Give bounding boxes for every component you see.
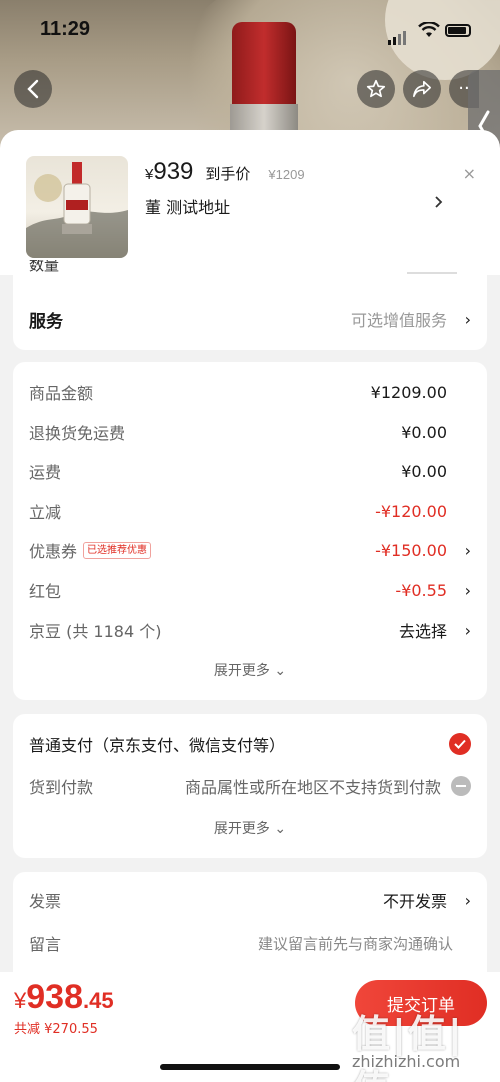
goods-amount-label: 商品金额 (29, 384, 94, 403)
original-price: ¥1209 (268, 167, 305, 182)
watermark-site: zhizhizhi.com (352, 1052, 461, 1071)
signal-icon (388, 26, 408, 45)
expand-more-label: 展开更多 (213, 821, 270, 837)
payment-card: 普通支付（京东支付、微信支付等） 货到付款 商品属性或所在地区不支持货到付款 展… (13, 714, 487, 858)
coupon-value: -¥150.00 (375, 540, 447, 560)
currency-symbol: ¥ (145, 166, 154, 183)
bottle-thumbnail-icon (26, 162, 128, 258)
invoice-row[interactable]: 发票 不开发票 › (29, 886, 471, 914)
total-savings: 共减 ¥270.55 (14, 1022, 98, 1037)
instant-discount-label: 立减 (29, 503, 62, 522)
shipping-label: 运费 (29, 463, 62, 482)
payment-expand-more[interactable]: 展开更多 ⌄ (13, 818, 487, 838)
expand-more-label: 展开更多 (213, 663, 270, 679)
close-button[interactable]: × (463, 164, 476, 183)
cod-option: 货到付款 商品属性或所在地区不支持货到付款 (29, 772, 471, 800)
final-price: 939 (153, 158, 194, 185)
price-row-goods: 商品金额 ¥1209.00 (29, 378, 471, 406)
red-packet-label: 红包 (29, 582, 62, 601)
price-row-red-packet[interactable]: 红包 -¥0.55 › (29, 576, 471, 604)
price-row-shipping: 运费 ¥0.00 (29, 457, 471, 485)
expand-more-button[interactable]: 展开更多 ⌄ (13, 660, 487, 680)
service-label: 服务 (29, 311, 63, 332)
jingdou-label: 京豆 (共 1184 个) (29, 622, 162, 641)
message-input[interactable]: 建议留言前先与商家沟通确认 (258, 933, 453, 954)
checkmark-icon (449, 733, 471, 755)
wifi-icon (418, 22, 440, 37)
chevron-down-icon: ⌄ (274, 821, 287, 837)
status-time: 11:29 (40, 18, 91, 40)
return-freight-value: ¥0.00 (401, 422, 447, 442)
total-amount: ¥938.45 (14, 978, 114, 1017)
price-row-jingdou[interactable]: 京豆 (共 1184 个) 去选择 › (29, 616, 471, 644)
service-value: 可选增值服务 (350, 311, 447, 330)
message-row[interactable]: 留言 建议留言前先与商家沟通确认 (29, 929, 471, 957)
back-button[interactable] (14, 70, 52, 108)
chevron-right-icon: › (464, 890, 471, 910)
total-integer: 938 (26, 978, 83, 1016)
star-icon (366, 79, 386, 98)
status-bar: 11:29 (0, 0, 500, 60)
battery-icon (445, 24, 471, 37)
chevron-left-icon (27, 79, 39, 99)
price-row-instant-discount: 立减 -¥120.00 (29, 497, 471, 525)
instant-discount-value: -¥120.00 (375, 501, 447, 521)
quantity-label-cut: 数量 (29, 260, 60, 274)
product-summary: ¥ 939 到手价 ¥1209 × 董 测试地址 (0, 130, 500, 275)
message-label: 留言 (29, 935, 62, 954)
quantity-stepper[interactable] (407, 260, 457, 274)
price-detail-card: 商品金额 ¥1209.00 退换货免运费 ¥0.00 运费 ¥0.00 立减 -… (13, 362, 487, 700)
invoice-label: 发票 (29, 892, 62, 911)
total-currency: ¥ (14, 988, 27, 1013)
chevron-right-icon: › (464, 580, 471, 600)
goods-amount-value: ¥1209.00 (370, 382, 447, 402)
chevron-right-icon: › (464, 309, 471, 329)
chevron-down-icon: ⌄ (274, 663, 287, 679)
coupon-recommended-badge: 已选推荐优惠 (83, 541, 152, 559)
share-icon (413, 80, 431, 98)
cod-label: 货到付款 (29, 778, 94, 797)
invoice-card: 发票 不开发票 › 留言 建议留言前先与商家沟通确认 (13, 872, 487, 982)
jingdou-select: 去选择 (398, 622, 447, 641)
return-freight-label: 退换货免运费 (29, 424, 126, 443)
price-row: ¥ 939 到手价 ¥1209 (145, 158, 305, 186)
favorite-button[interactable] (357, 70, 395, 108)
total-decimal: .45 (82, 988, 114, 1013)
price-row-coupon[interactable]: 优惠券 已选推荐优惠 -¥150.00 › (29, 536, 471, 564)
share-button[interactable] (403, 70, 441, 108)
invoice-value: 不开发票 (382, 892, 447, 911)
chevron-right-icon: › (464, 620, 471, 640)
chevron-right-icon: › (464, 540, 471, 560)
coupon-label: 优惠券 (29, 542, 78, 561)
disabled-icon (451, 776, 471, 796)
chevron-right-icon (435, 196, 443, 208)
service-card: 数量 服务 可选增值服务 › (13, 258, 487, 350)
normal-pay-option[interactable]: 普通支付（京东支付、微信支付等） (29, 730, 471, 758)
product-thumbnail[interactable] (26, 156, 128, 258)
normal-pay-label: 普通支付（京东支付、微信支付等） (29, 736, 286, 755)
service-row[interactable]: 服务 可选增值服务 › (29, 305, 471, 333)
price-tag-label: 到手价 (205, 165, 251, 183)
shipping-value: ¥0.00 (401, 461, 447, 481)
home-indicator[interactable] (160, 1064, 340, 1070)
shipping-address[interactable]: 董 测试地址 (145, 194, 230, 218)
red-packet-value: -¥0.55 (395, 580, 447, 600)
cod-unavailable-note: 商品属性或所在地区不支持货到付款 (184, 778, 441, 797)
price-row-return-freight: 退换货免运费 ¥0.00 (29, 418, 471, 446)
